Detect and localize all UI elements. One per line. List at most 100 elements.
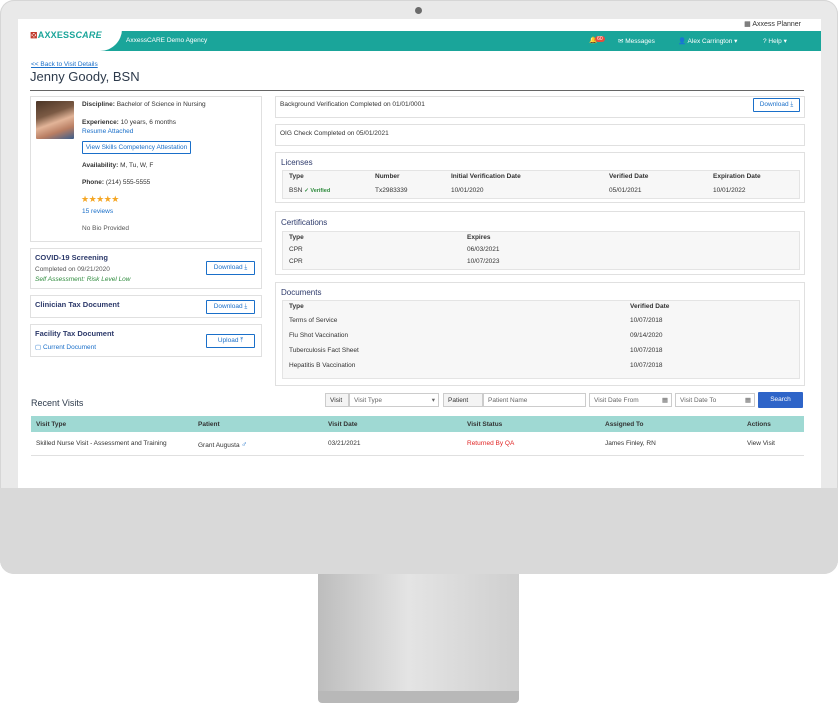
agency-name: AxxessCARE Demo Agency xyxy=(126,37,208,44)
covid-assessment: Self Assessment: Risk Level Low xyxy=(35,276,131,283)
download-icon: ⤓ xyxy=(244,264,248,271)
license-verified-date: 05/01/2021 xyxy=(609,187,642,194)
messages-button[interactable]: ✉ Messages xyxy=(618,37,655,45)
patient-filter-label: Patient xyxy=(443,393,483,407)
chevron-down-icon: ▾ xyxy=(732,38,738,45)
licenses-header-expiration: Expiration Date xyxy=(713,173,761,180)
screen: ▦ Axxess Planner AxxessCARE Demo Agency … xyxy=(18,19,821,488)
messages-label: Messages xyxy=(625,38,655,45)
discipline-value: Bachelor of Science in Nursing xyxy=(116,101,206,108)
phone-line: Phone: (214) 555-5555 xyxy=(82,179,150,186)
certification-type: CPR xyxy=(289,258,303,265)
certifications-header-expires: Expires xyxy=(467,234,491,241)
clinician-tax-download-button[interactable]: Download ⤓ xyxy=(206,300,255,314)
logo-area: ⊠AXXESSCARE xyxy=(18,19,122,51)
upload-label: Upload xyxy=(217,337,239,344)
documents-table xyxy=(282,300,800,379)
availability-label: Availability: xyxy=(82,162,119,169)
view-skills-attestation-button[interactable]: View Skills Competency Attestation xyxy=(82,141,191,154)
visit-type-select[interactable]: Visit Type ▾ xyxy=(349,393,439,407)
phone-value: (214) 555-5555 xyxy=(105,179,151,186)
licenses-header-verified: Verified Date xyxy=(609,173,649,180)
user-name: Alex Carrington xyxy=(687,38,733,45)
user-menu[interactable]: 👤 Alex Carrington ▾ xyxy=(678,37,737,45)
resume-link[interactable]: Resume Attached xyxy=(82,128,133,135)
download-icon: ⤓ xyxy=(244,303,248,310)
logo-text: AXXESS xyxy=(37,30,76,40)
licenses-header-initial: Initial Verification Date xyxy=(451,173,521,180)
camera-icon xyxy=(415,7,422,14)
page-title: Jenny Goody, BSN xyxy=(30,69,140,84)
document-type: Hepatitis B Vaccination xyxy=(289,362,356,369)
licenses-header-number: Number xyxy=(375,173,400,180)
experience-label: Experience: xyxy=(82,119,119,126)
planner-label: Axxess Planner xyxy=(752,21,801,28)
certifications-title: Certifications xyxy=(281,218,328,227)
help-menu[interactable]: ? Help ▾ xyxy=(763,37,787,45)
document-icon: ▢ xyxy=(35,344,43,351)
document-date: 10/07/2018 xyxy=(630,347,663,354)
top-navigation-bar: AxxessCARE Demo Agency 🔔60 ✉ Messages 👤 … xyxy=(18,31,821,51)
oig-check-text: OIG Check Completed on 05/01/2021 xyxy=(280,130,389,137)
license-initial-date: 10/01/2020 xyxy=(451,187,484,194)
facility-tax-upload-button[interactable]: Upload ⤒ xyxy=(206,334,255,348)
background-verification-text: Background Verification Completed on 01/… xyxy=(280,101,425,108)
reviews-link[interactable]: 15 reviews xyxy=(82,208,113,215)
upload-icon: ⤒ xyxy=(240,337,244,344)
visit-type-link[interactable]: Skilled Nurse Visit - Assessment and Tra… xyxy=(36,440,167,447)
covid-download-label: Download xyxy=(213,264,243,271)
licenses-title: Licenses xyxy=(281,158,313,167)
visits-header-visit-type: Visit Type xyxy=(36,421,67,428)
visit-date-from-input[interactable]: Visit Date From ▦ xyxy=(589,393,672,407)
visit-status-cell: Returned By QA xyxy=(467,440,515,447)
certification-type: CPR xyxy=(289,246,303,253)
calendar-icon[interactable]: ▦ xyxy=(745,394,751,408)
discipline-label: Discipline: xyxy=(82,101,115,108)
date-to-placeholder: Visit Date To xyxy=(680,397,717,404)
document-type: Terms of Service xyxy=(289,317,338,324)
calendar-icon[interactable]: ▦ xyxy=(662,394,668,408)
monitor-stand xyxy=(318,574,519,691)
visit-date-to-input[interactable]: Visit Date To ▦ xyxy=(675,393,755,407)
title-divider xyxy=(30,90,804,91)
axxess-planner-link[interactable]: ▦ Axxess Planner xyxy=(744,20,801,28)
experience-value: 10 years, 6 months xyxy=(120,119,176,126)
logo-care-text: CARE xyxy=(75,30,102,40)
assigned-to-cell: James Finley, RN xyxy=(605,440,656,447)
axxesscare-logo[interactable]: ⊠AXXESSCARE xyxy=(30,30,102,41)
view-visit-link[interactable]: View Visit xyxy=(747,440,775,447)
phone-label: Phone: xyxy=(82,179,105,186)
documents-header-type: Type xyxy=(289,303,304,310)
certification-expires: 06/03/2021 xyxy=(467,246,500,253)
clinician-tax-title: Clinician Tax Document xyxy=(35,300,120,309)
visits-header-visit-date: Visit Date xyxy=(328,421,358,428)
current-document-link[interactable]: ▢ Current Document xyxy=(35,343,96,351)
logo-mark-icon: ⊠ xyxy=(30,30,38,40)
monitor-chin xyxy=(0,488,838,574)
date-from-placeholder: Visit Date From xyxy=(594,397,639,404)
back-to-visit-details-link[interactable]: << Back to Visit Details xyxy=(31,61,98,68)
visits-header-patient: Patient xyxy=(198,421,220,428)
facility-tax-title: Facility Tax Document xyxy=(35,329,115,338)
patient-name-input[interactable]: Patient Name xyxy=(483,393,586,407)
star-rating: ★★★★★ xyxy=(81,194,119,204)
clinician-tax-download-label: Download xyxy=(213,303,243,310)
licenses-header-type: Type xyxy=(289,173,304,180)
covid-title: COVID-19 Screening xyxy=(35,253,108,262)
covid-download-button[interactable]: Download ⤓ xyxy=(206,261,255,275)
license-type-value: BSN xyxy=(289,187,303,194)
chevron-down-icon: ▾ xyxy=(781,38,787,45)
document-date: 09/14/2020 xyxy=(630,332,663,339)
visit-filter-label: Visit xyxy=(325,393,349,407)
visits-table-header xyxy=(31,416,804,432)
notifications-button[interactable]: 🔔60 xyxy=(589,36,605,44)
search-button[interactable]: Search xyxy=(758,392,803,408)
certifications-header-type: Type xyxy=(289,234,304,241)
documents-title: Documents xyxy=(281,288,322,297)
background-download-button[interactable]: Download ⤓ xyxy=(753,98,800,112)
patient-name: Grant Augusta xyxy=(198,442,240,449)
planner-bar: ▦ Axxess Planner xyxy=(18,19,821,31)
visits-header-assigned: Assigned To xyxy=(605,421,644,428)
download-icon: ⤓ xyxy=(790,101,794,108)
visit-type-value: Visit Type xyxy=(354,397,382,404)
